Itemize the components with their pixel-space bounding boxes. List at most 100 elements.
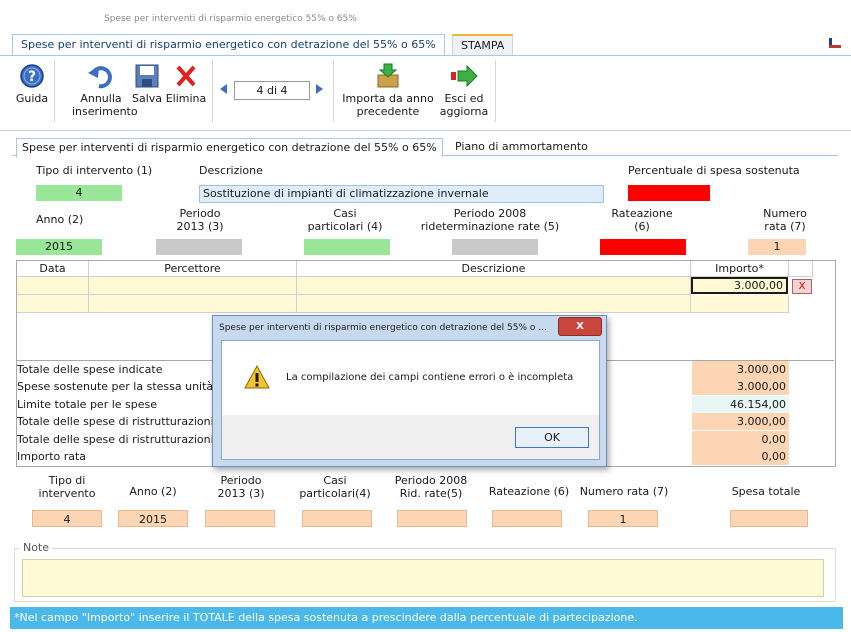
- subtab-piano-ammortamento[interactable]: Piano di ammortamento: [450, 138, 593, 156]
- anno-field[interactable]: 2015: [16, 239, 102, 255]
- periodo-2013-label-1: Periodo: [179, 207, 221, 220]
- column-header-action: [789, 261, 813, 277]
- descrizione-field[interactable]: Sostituzione di impianti di climatizzazi…: [199, 185, 604, 203]
- table-cell-empty[interactable]: [691, 295, 789, 313]
- table-cell-empty[interactable]: [17, 295, 89, 313]
- toolbar-separator: [212, 60, 213, 122]
- summary-tipo-field: 4: [32, 510, 102, 527]
- percentuale-label: Percentuale di spesa sostenuta: [628, 164, 800, 177]
- summary-tipo-label-1: Tipo di: [48, 474, 86, 487]
- subtab-spese[interactable]: Spese per interventi di risparmio energe…: [16, 138, 443, 158]
- summary-p2008-field: [397, 510, 467, 527]
- esci-button[interactable]: Esci ed aggiorna: [437, 63, 491, 118]
- summary-numero-rata-label: Numero rata (7): [579, 485, 669, 498]
- footer-hint: *Nel campo "Importo" inserire il TOTALE …: [10, 607, 843, 629]
- summary-periodo-field: [205, 510, 275, 527]
- summary-numero-rata-field: 1: [588, 510, 658, 527]
- column-header-percettore: Percettore: [89, 261, 297, 277]
- toolbar-separator: [54, 60, 55, 122]
- importo-rata-label: Importo rata: [17, 450, 87, 463]
- prev-record-icon[interactable]: [220, 84, 228, 94]
- tab-spese[interactable]: Spese per interventi di risparmio energe…: [12, 34, 445, 55]
- tipo-intervento-label: Tipo di intervento (1): [36, 164, 153, 177]
- error-dialog: Spese per interventi di risparmio energe…: [212, 315, 607, 467]
- spese-stessa-unita-value: 3.000,00: [692, 378, 789, 395]
- help-icon: ?: [20, 64, 44, 88]
- periodo-2008-label-2: rideterminazione rate (5): [420, 220, 560, 233]
- summary-p2008-label-1: Periodo 2008: [394, 474, 468, 487]
- tipo-intervento-field[interactable]: 4: [36, 185, 122, 201]
- tab-stampa[interactable]: STAMPA: [452, 34, 514, 56]
- dialog-close-button[interactable]: X: [558, 317, 602, 336]
- rateazione-label-1: Rateazione: [611, 207, 673, 220]
- numero-rata-label-1: Numero: [763, 207, 807, 220]
- guida-button[interactable]: ? Guida: [14, 63, 50, 105]
- numero-rata-label: Numero rata (7): [750, 207, 820, 233]
- numero-rata-field[interactable]: 1: [748, 239, 806, 255]
- elimina-label: Elimina: [165, 92, 207, 105]
- casi-particolari-label: Casi particolari (4): [300, 207, 390, 233]
- salva-label: Salva: [131, 92, 163, 105]
- elimina-button[interactable]: Elimina: [164, 63, 208, 105]
- toolbar-separator: [495, 60, 496, 122]
- summary-anno-label: Anno (2): [129, 485, 177, 498]
- toolbar-separator: [333, 60, 334, 122]
- totale-spese-value: 3.000,00: [692, 361, 789, 378]
- summary-anno-field: 2015: [118, 510, 188, 527]
- delete-row-button[interactable]: X: [792, 279, 812, 294]
- rateazione-field[interactable]: [600, 239, 686, 255]
- table-cell-empty[interactable]: [89, 295, 297, 313]
- periodo-2008-field[interactable]: [452, 239, 538, 255]
- summary-rateazione-field: [492, 510, 562, 527]
- importa-label-2: precedente: [356, 105, 420, 118]
- totale-ristrutturazioni-label: Totale delle spese di ristrutturazioni: [17, 415, 214, 428]
- limite-totale-value: 46.154,00: [692, 396, 789, 413]
- table-cell-percettore[interactable]: [89, 277, 297, 295]
- column-header-data: Data: [17, 261, 89, 277]
- salva-button[interactable]: Salva: [130, 63, 164, 105]
- numero-rata-label-2: rata (7): [764, 220, 806, 233]
- periodo-2008-label-1: Periodo 2008: [453, 207, 527, 220]
- annulla-label-2: inserimento: [72, 105, 138, 118]
- delete-icon: [176, 65, 196, 87]
- importa-button[interactable]: Importa da anno precedente: [340, 63, 436, 118]
- dialog-body: La compilazione dei campi contiene error…: [221, 340, 600, 460]
- totale-ristrutturazioni-value-2: 0,00: [692, 431, 789, 448]
- periodo-2008-label: Periodo 2008 rideterminazione rate (5): [415, 207, 565, 233]
- guida-label: Guida: [15, 92, 49, 105]
- casi-label-2: particolari (4): [307, 220, 383, 233]
- casi-particolari-field[interactable]: [304, 239, 390, 255]
- record-navigator-input[interactable]: 4 di 4: [234, 81, 310, 100]
- dialog-message: La compilazione dei campi contiene error…: [286, 372, 574, 383]
- percentuale-field[interactable]: [628, 185, 710, 201]
- next-record-icon[interactable]: [316, 84, 324, 94]
- summary-casi-label-1: Casi: [323, 474, 347, 487]
- summary-rateazione-label: Rateazione (6): [488, 485, 570, 498]
- window-corner-icon: [829, 38, 841, 48]
- note-label: Note: [20, 541, 53, 554]
- summary-tipo-label-2: intervento: [38, 487, 96, 500]
- summary-casi-label-2: particolari(4): [299, 487, 371, 500]
- annulla-label-1: Annulla: [80, 92, 122, 105]
- summary-periodo-label: Periodo 2013 (3): [204, 474, 278, 500]
- casi-label-1: Casi: [333, 207, 357, 220]
- note-field[interactable]: [22, 559, 824, 597]
- undo-icon: [88, 66, 112, 89]
- annulla-button[interactable]: Annulla inserimento: [72, 63, 138, 118]
- limite-totale-label: Limite totale per le spese: [17, 398, 158, 411]
- warning-icon: [244, 364, 270, 389]
- import-icon: [377, 63, 399, 88]
- column-header-importo: Importo*: [691, 261, 789, 277]
- table-cell-empty[interactable]: [297, 295, 691, 313]
- summary-p2008-label-2: Rid. rate(5): [399, 487, 463, 500]
- rateazione-label: Rateazione (6): [600, 207, 684, 233]
- summary-periodo-label-1: Periodo: [220, 474, 262, 487]
- periodo-2013-field[interactable]: [156, 239, 242, 255]
- spese-stessa-unita-label: Spese sostenute per la stessa unità: [17, 380, 214, 393]
- summary-periodo-label-2: 2013 (3): [217, 487, 265, 500]
- dialog-ok-button[interactable]: OK: [515, 427, 589, 448]
- table-cell-data[interactable]: [17, 277, 89, 295]
- totale-ristrutturazioni-value: 3.000,00: [692, 413, 789, 430]
- table-cell-importo[interactable]: 3.000,00: [691, 277, 788, 294]
- table-cell-descrizione[interactable]: [297, 277, 691, 295]
